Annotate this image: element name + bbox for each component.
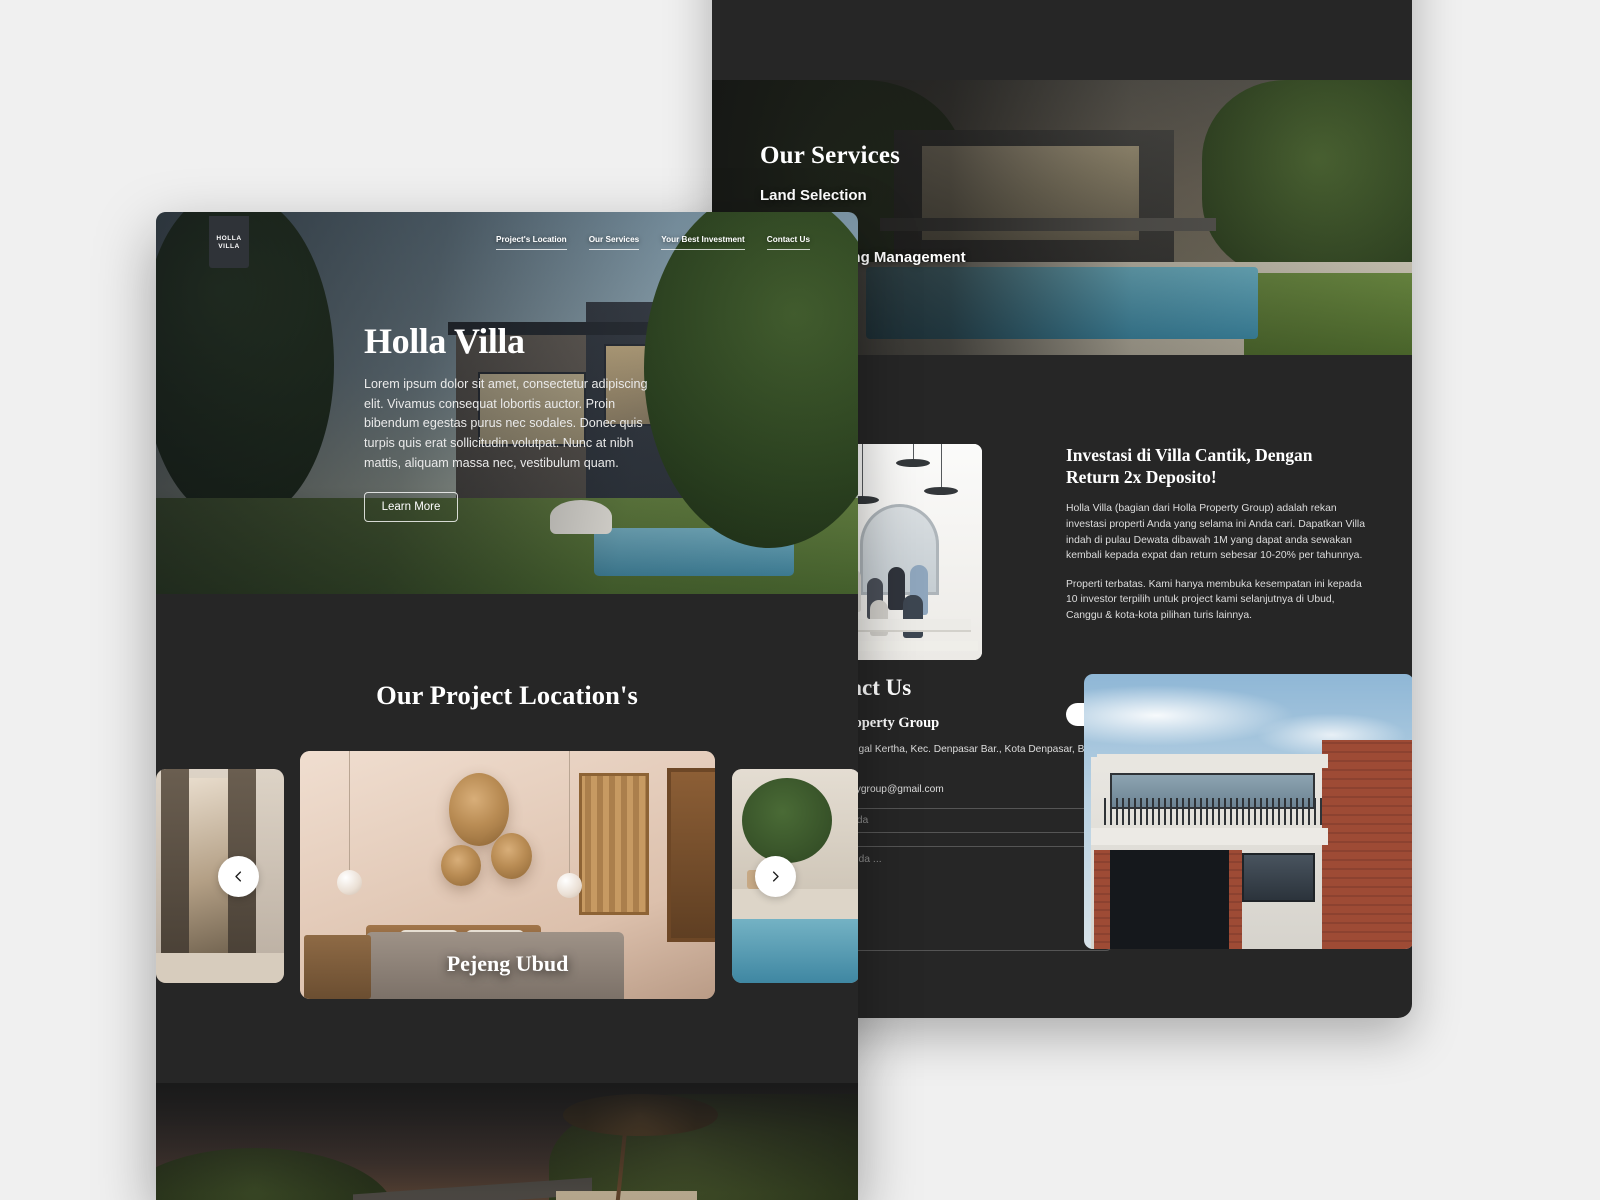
chevron-right-icon: [772, 871, 779, 882]
carousel-card-caption: Pejeng Ubud: [446, 951, 569, 976]
contact-office-photo: [1084, 674, 1412, 949]
carousel-next-button[interactable]: [755, 856, 796, 897]
carousel-card-active[interactable]: Pejeng Ubud: [300, 751, 715, 999]
carousel-prev-button[interactable]: [218, 856, 259, 897]
hero-title: Holla Villa: [364, 321, 525, 361]
nav-item-contact-us[interactable]: Contact Us: [766, 235, 810, 250]
logo-line-1: HOLLA: [216, 234, 242, 242]
chevron-left-icon: [235, 871, 242, 882]
logo-line-2: VILLA: [218, 242, 240, 250]
learn-more-button[interactable]: Learn More: [364, 492, 458, 523]
hero-section: HOLLA VILLA Project's Location Our Servi…: [156, 212, 858, 594]
nav-item-our-services[interactable]: Our Services: [588, 235, 640, 250]
nav-item-your-best-investment[interactable]: Your Best Investment: [661, 235, 745, 250]
bp-service-item-land-selection: Land Selection: [760, 187, 867, 204]
investment-paragraph-2: Properti terbatas. Kami hanya membuka ke…: [1066, 578, 1362, 622]
foreground-page-panel: HOLLA VILLA Project's Location Our Servi…: [156, 212, 858, 1200]
investment-paragraph-1: Holla Villa (bagian dari Holla Property …: [1066, 503, 1366, 562]
bp-location-carousel: Pejeng Ubud: [712, 0, 1412, 12]
locations-section: Our Project Location's Pejeng Ubud: [156, 594, 858, 1001]
main-navigation: Project's Location Our Services Your Bes…: [496, 235, 810, 250]
location-carousel: Pejeng Ubud: [156, 751, 858, 1001]
nav-item-projects-location[interactable]: Project's Location: [496, 235, 567, 250]
locations-heading: Our Project Location's: [376, 680, 638, 710]
services-section: Our Services: [156, 1083, 858, 1200]
investment-title: Investasi di Villa Cantik, Dengan Return…: [1066, 445, 1313, 488]
bp-services-heading: Our Services: [760, 142, 901, 169]
hero-paragraph: Lorem ipsum dolor sit amet, consectetur …: [364, 377, 648, 470]
holla-villa-logo[interactable]: HOLLA VILLA: [209, 216, 249, 268]
